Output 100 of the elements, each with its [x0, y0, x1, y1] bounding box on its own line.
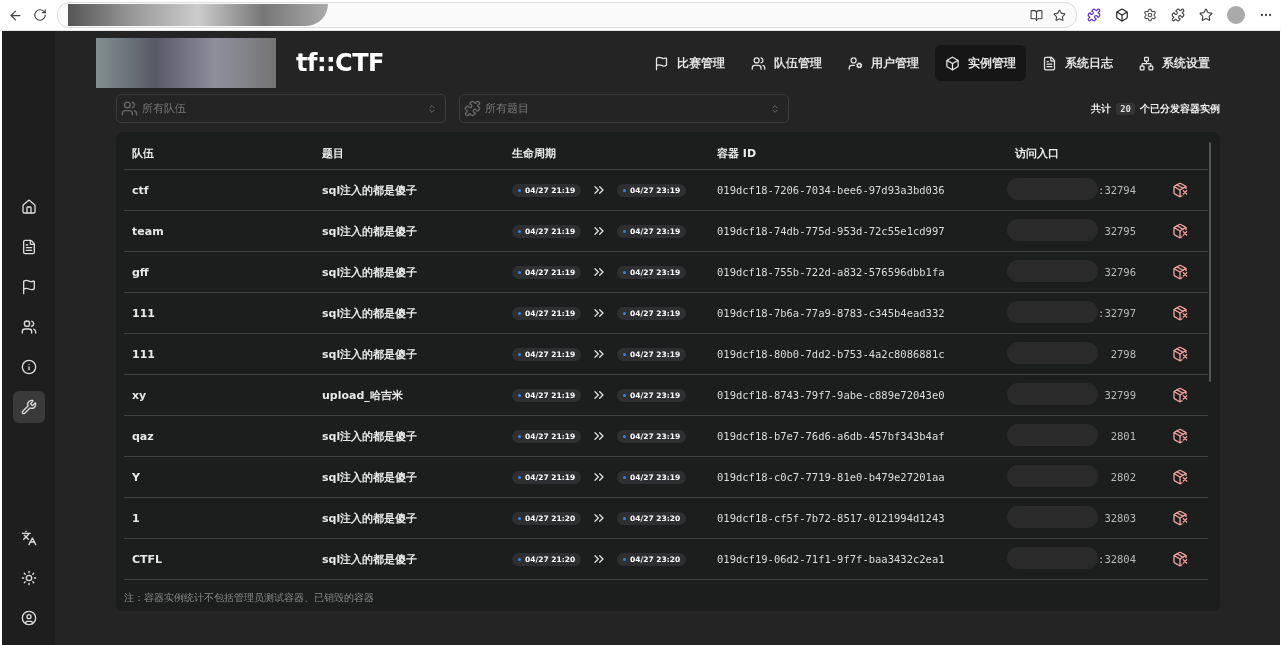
table-cell-text: xy	[131, 388, 148, 402]
count-label: 个已分发容器实例	[1140, 101, 1220, 116]
table-cell-text: 111	[131, 306, 156, 320]
wrench-icon	[20, 399, 37, 415]
column-header: 访问入口	[1014, 145, 1060, 161]
footnote: 注：容器实例统计不包括管理员测试容器、已销毁的容器	[124, 591, 375, 605]
table-cell-text: 019dcf18-8743-79f7-9abe-c889e72043e0	[716, 389, 946, 401]
destroy-button[interactable]	[1172, 264, 1188, 280]
package-x-icon	[1172, 551, 1188, 567]
back-icon[interactable]	[8, 7, 23, 23]
table-cell-text: 019dcf18-c0c7-7719-81e0-b479e27201aa	[716, 471, 946, 483]
table-cell: 32795	[1104, 225, 1136, 237]
table-cell-text: 019dcf18-74db-775d-953d-72c55e1cd997	[716, 225, 946, 237]
package-x-icon	[1172, 305, 1188, 321]
extensions-icon[interactable]	[1171, 8, 1185, 22]
destroy-button[interactable]	[1172, 305, 1188, 321]
flag-icon	[20, 279, 37, 295]
package-x-icon	[1172, 346, 1188, 362]
column-header: 生命周期	[511, 145, 557, 161]
address-field[interactable]	[57, 2, 1077, 28]
column-header: 队伍	[131, 145, 155, 161]
count-badge: 20	[1116, 102, 1135, 115]
nav-tab[interactable]: 队伍管理	[741, 45, 832, 81]
destroy-button[interactable]	[1172, 223, 1188, 239]
users-icon	[751, 55, 766, 71]
select-field[interactable]: 所有题目	[459, 94, 789, 123]
destroy-button[interactable]	[1172, 551, 1188, 567]
cube-icon	[945, 55, 960, 71]
destroy-button[interactable]	[1172, 346, 1188, 362]
users-icon	[20, 319, 37, 335]
favorites-icon[interactable]	[1199, 8, 1213, 22]
document-icon	[1042, 55, 1057, 71]
table-cell-text: 019dcf18-cf5f-7b72-8517-0121994d1243	[716, 512, 946, 524]
table-cell-text: sql注入的都是傻子	[321, 510, 419, 526]
table-cell-text: 019dcf19-06d2-71f1-9f7f-baa3432c2ea1	[716, 553, 946, 565]
package-x-icon	[1172, 469, 1188, 485]
table-cell-text: sql注入的都是傻子	[321, 264, 419, 280]
table-cell-text: sql注入的都是傻子	[321, 551, 419, 567]
package-x-icon	[1172, 387, 1188, 403]
refresh-icon[interactable]	[33, 8, 47, 22]
table-cell-text: sql注入的都是傻子	[321, 428, 419, 444]
table-cell: 2801	[1110, 430, 1136, 442]
table-cell-text: 019dcf18-80b0-7dd2-b753-4a2c8086881c	[716, 348, 946, 360]
hierarchy-icon	[1139, 55, 1154, 71]
table-cell: 2798	[1110, 348, 1136, 360]
chevron-icon	[427, 103, 437, 114]
table-cell-text: 019dcf18-b7e7-76d6-a6db-457bf343b4af	[716, 430, 946, 442]
chevron-icon	[770, 103, 780, 114]
destroy-button[interactable]	[1172, 510, 1188, 526]
sidebar-button[interactable]	[12, 391, 45, 423]
table-cell-text: sql注入的都是傻子	[321, 182, 419, 198]
table-cell-text: team	[131, 224, 165, 238]
package-x-icon	[1172, 264, 1188, 280]
nav-tab[interactable]: 用户管理	[838, 45, 929, 81]
favorite-star-icon[interactable]	[1053, 8, 1066, 22]
users-icon	[121, 100, 138, 117]
home-icon	[20, 199, 37, 215]
table-cell: 32799	[1104, 389, 1136, 401]
table-cell-text: CTFL	[131, 552, 164, 566]
table-cell-text: sql注入的都是傻子	[321, 346, 419, 362]
table-cell-text: 111	[131, 347, 156, 361]
flag-icon	[654, 55, 669, 71]
table-cell: :32794	[1098, 184, 1136, 196]
table-cell-text: ctf	[131, 183, 150, 197]
table-cell-text: sql注入的都是傻子	[321, 305, 419, 321]
settings-icon[interactable]	[1143, 8, 1157, 22]
table-cell-text: 1	[131, 511, 141, 525]
table-cell-text: upload_哈吉米	[321, 387, 404, 403]
table-cell: 32796	[1104, 266, 1136, 278]
table-cell-text: qaz	[131, 429, 155, 443]
column-header: 容器 ID	[716, 145, 758, 161]
table-cell-text: sql注入的都是傻子	[321, 223, 419, 239]
nav-tab[interactable]: 系统日志	[1032, 45, 1123, 81]
destroy-button[interactable]	[1172, 469, 1188, 485]
destroy-button[interactable]	[1172, 182, 1188, 198]
package-x-icon	[1172, 510, 1188, 526]
table-cell-text: Y	[131, 470, 141, 484]
nav-tab[interactable]: 比赛管理	[644, 45, 735, 81]
document-icon	[20, 239, 37, 255]
destroy-button[interactable]	[1172, 428, 1188, 444]
table-cell: :32797	[1098, 307, 1136, 319]
count-label: 共计	[1091, 101, 1112, 116]
user-gear-icon	[848, 55, 863, 71]
table-cell-text: sql注入的都是傻子	[321, 469, 419, 485]
nav-tab[interactable]: 实例管理	[935, 45, 1026, 81]
info-icon	[20, 359, 37, 375]
package-x-icon	[1172, 223, 1188, 239]
package-x-icon	[1172, 182, 1188, 198]
destroy-button[interactable]	[1172, 387, 1188, 403]
table-cell: 32803	[1104, 512, 1136, 524]
table-cell: 2802	[1110, 471, 1136, 483]
translate-icon	[20, 530, 37, 546]
user-circle-icon	[20, 610, 37, 626]
table-cell-text: 019dcf18-7b6a-77a9-8783-c345b4ead332	[716, 307, 946, 319]
nav-tab[interactable]: 系统设置	[1129, 45, 1220, 81]
select-field[interactable]: 所有队伍	[116, 94, 446, 123]
sun-icon	[20, 570, 37, 586]
column-header: 题目	[321, 145, 345, 161]
puzzle-icon	[464, 100, 481, 117]
table-cell-text: 019dcf18-755b-722d-a832-576596dbb1fa	[716, 266, 946, 278]
